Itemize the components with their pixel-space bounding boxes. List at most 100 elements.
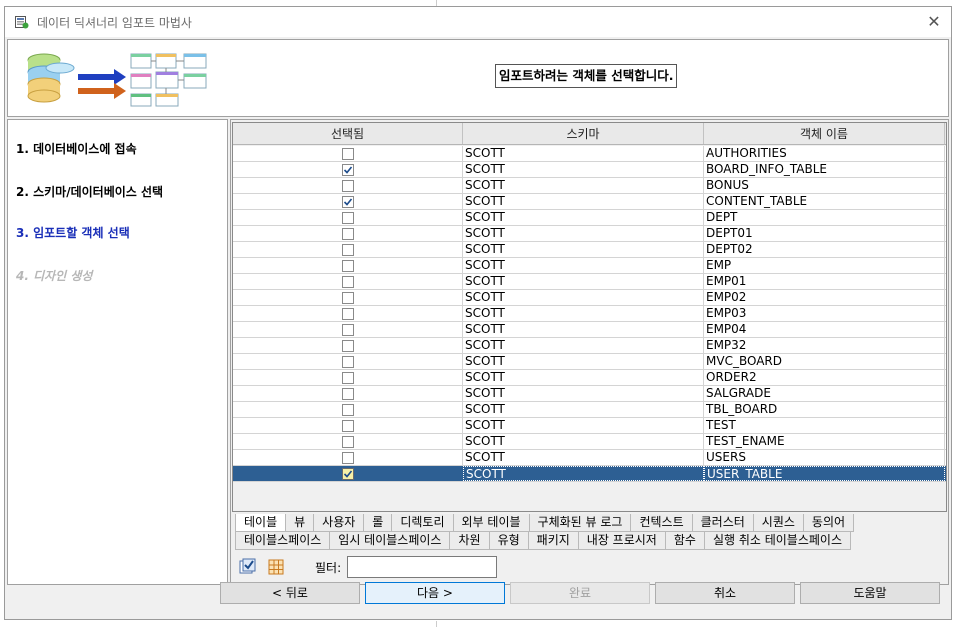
row-checkbox[interactable]: [341, 211, 354, 224]
row-checkbox[interactable]: [341, 435, 354, 448]
table-row[interactable]: SCOTT DEPT01: [233, 226, 946, 242]
table-row[interactable]: SCOTT AUTHORITIES: [233, 146, 946, 162]
table-row[interactable]: SCOTT EMP04: [233, 322, 946, 338]
table-row[interactable]: SCOTT EMP32: [233, 338, 946, 354]
tab-object-type[interactable]: 시퀀스: [752, 514, 804, 532]
object-name-cell: AUTHORITIES: [704, 146, 945, 161]
tab-object-type[interactable]: 테이블스페이스: [235, 532, 331, 550]
table-row[interactable]: SCOTT MVC_BOARD: [233, 354, 946, 370]
row-checkbox[interactable]: [341, 419, 354, 432]
row-select-cell: [233, 226, 463, 241]
row-checkbox[interactable]: [341, 339, 354, 352]
next-button[interactable]: 다음 >: [365, 582, 505, 604]
tab-object-type[interactable]: 테이블: [235, 514, 287, 532]
schema-cell: SCOTT: [463, 386, 704, 401]
cancel-button[interactable]: 취소: [655, 582, 795, 604]
table-row[interactable]: SCOTT DEPT: [233, 210, 946, 226]
table-row[interactable]: SCOTT CONTENT_TABLE: [233, 194, 946, 210]
object-name-cell: TEST_ENAME: [704, 434, 945, 449]
row-checkbox[interactable]: [341, 259, 354, 272]
row-checkbox[interactable]: [341, 163, 354, 176]
table-row[interactable]: SCOTT TEST_ENAME: [233, 434, 946, 450]
row-checkbox[interactable]: [341, 403, 354, 416]
table-row[interactable]: SCOTT USER_TABLE: [233, 466, 946, 482]
tab-object-type[interactable]: 패키지: [527, 532, 579, 550]
close-icon[interactable]: ✕: [923, 11, 945, 33]
row-select-cell: [233, 338, 463, 353]
row-checkbox[interactable]: [341, 371, 354, 384]
row-select-cell: [233, 306, 463, 321]
object-type-tabs-row1: 테이블 뷰 사용자 롤 디렉토리 외부 테이블 구체화된 뷰 로그 컨텍스트 클러스터 시퀀스 동의…: [235, 514, 855, 532]
schema-cell: SCOTT: [463, 370, 704, 385]
tab-object-type[interactable]: 클러스터: [691, 514, 754, 532]
tab-object-type[interactable]: 임시 테이블스페이스: [329, 532, 451, 550]
tab-object-type[interactable]: 구체화된 뷰 로그: [528, 514, 632, 532]
tab-object-type[interactable]: 내장 프로시저: [577, 532, 666, 550]
tab-object-type[interactable]: 컨텍스트: [630, 514, 693, 532]
table-row[interactable]: SCOTT EMP02: [233, 290, 946, 306]
tab-object-type[interactable]: 디렉토리: [391, 514, 454, 532]
row-checkbox[interactable]: [341, 275, 354, 288]
tab-object-type[interactable]: 뷰: [285, 514, 315, 532]
tab-object-type[interactable]: 롤: [363, 514, 393, 532]
schema-cell: SCOTT: [463, 306, 704, 321]
table-row[interactable]: SCOTT BONUS: [233, 178, 946, 194]
row-select-cell: [233, 386, 463, 401]
row-checkbox[interactable]: [341, 227, 354, 240]
row-checkbox[interactable]: [341, 323, 354, 336]
table-icon[interactable]: [265, 556, 287, 578]
object-name-cell: ORDER2: [704, 370, 945, 385]
object-name-cell: EMP02: [704, 290, 945, 305]
row-checkbox[interactable]: [341, 355, 354, 368]
tab-object-type[interactable]: 실행 취소 테이블스페이스: [703, 532, 852, 550]
object-name-cell: DEPT02: [704, 242, 945, 257]
row-checkbox[interactable]: [341, 243, 354, 256]
row-checkbox[interactable]: [341, 451, 354, 464]
row-checkbox[interactable]: [341, 179, 354, 192]
object-name-cell: CONTENT_TABLE: [704, 194, 945, 209]
row-select-cell: [233, 210, 463, 225]
row-select-cell: [233, 274, 463, 289]
schema-cell: SCOTT: [463, 194, 704, 209]
table-row[interactable]: SCOTT SALGRADE: [233, 386, 946, 402]
column-header-selected[interactable]: 선택됨: [233, 123, 463, 144]
finish-button[interactable]: 완료: [510, 582, 650, 604]
row-checkbox[interactable]: [341, 195, 354, 208]
filter-input[interactable]: [347, 556, 498, 578]
wizard-icon: [15, 15, 29, 29]
tab-object-type[interactable]: 차원: [449, 532, 490, 550]
row-checkbox[interactable]: [341, 467, 354, 480]
tab-object-type[interactable]: 함수: [664, 532, 705, 550]
table-row[interactable]: SCOTT TEST: [233, 418, 946, 434]
back-button[interactable]: < 뒤로: [220, 582, 360, 604]
schema-cell: SCOTT: [463, 226, 704, 241]
object-name-cell: EMP04: [704, 322, 945, 337]
table-row[interactable]: SCOTT BOARD_INFO_TABLE: [233, 162, 946, 178]
table-row[interactable]: SCOTT TBL_BOARD: [233, 402, 946, 418]
tab-object-type[interactable]: 유형: [488, 532, 529, 550]
tab-object-type[interactable]: 외부 테이블: [452, 514, 530, 532]
table-row[interactable]: SCOTT EMP: [233, 258, 946, 274]
table-row[interactable]: SCOTT EMP01: [233, 274, 946, 290]
table-row[interactable]: SCOTT EMP03: [233, 306, 946, 322]
table-row[interactable]: SCOTT ORDER2: [233, 370, 946, 386]
schema-cell: SCOTT: [463, 210, 704, 225]
schema-cell: SCOTT: [463, 242, 704, 257]
schema-cell: SCOTT: [463, 338, 704, 353]
steps-panel: 1. 데이터베이스에 접속 2. 스키마/데이터베이스 선택 3. 임포트할 객…: [7, 119, 228, 585]
row-checkbox[interactable]: [341, 147, 354, 160]
column-header-schema[interactable]: 스키마: [463, 123, 704, 144]
column-header-object-name[interactable]: 객체 이름: [704, 123, 945, 144]
window-title: 데이터 딕셔너리 임포트 마법사: [37, 15, 192, 30]
select-all-icon[interactable]: [237, 556, 259, 578]
row-checkbox[interactable]: [341, 291, 354, 304]
row-checkbox[interactable]: [341, 307, 354, 320]
table-row[interactable]: SCOTT USERS: [233, 450, 946, 466]
grid-header: 선택됨 스키마 객체 이름: [233, 123, 946, 145]
row-checkbox[interactable]: [341, 387, 354, 400]
tab-object-type[interactable]: 동의어: [802, 514, 855, 532]
object-name-cell: EMP32: [704, 338, 945, 353]
table-row[interactable]: SCOTT DEPT02: [233, 242, 946, 258]
help-button[interactable]: 도움말: [800, 582, 940, 604]
tab-object-type[interactable]: 사용자: [313, 514, 365, 532]
